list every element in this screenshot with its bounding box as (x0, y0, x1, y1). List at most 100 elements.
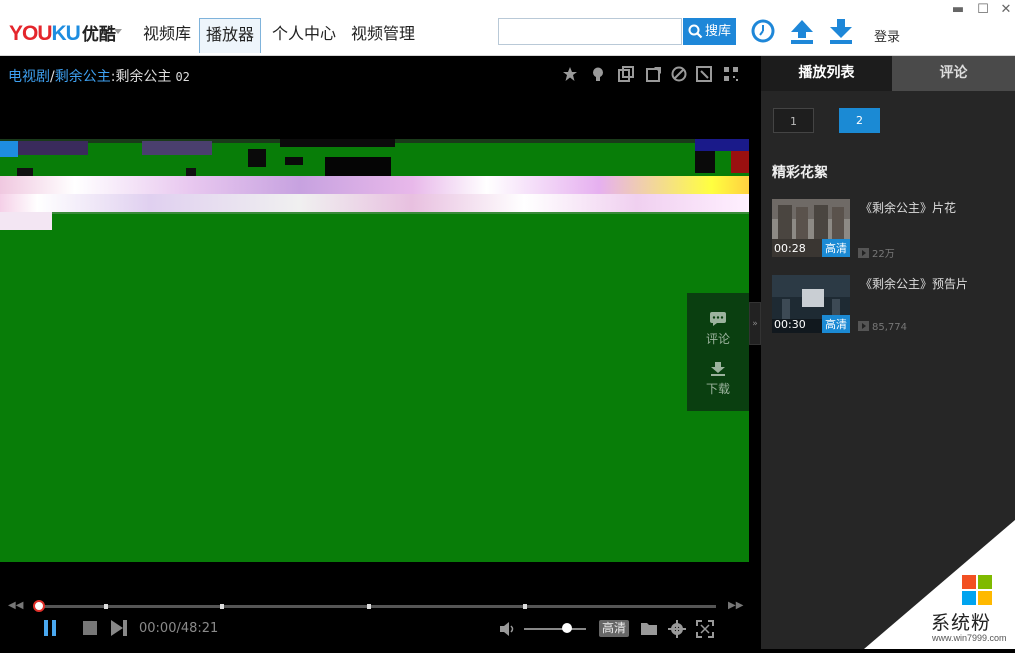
chapter-mark (367, 604, 371, 609)
watermark-brand: 系统粉 (931, 612, 992, 634)
breadcrumb-episode: 02 (175, 70, 190, 84)
volume-handle[interactable] (562, 623, 573, 633)
glitch-block (695, 139, 749, 151)
globe-icon[interactable] (671, 66, 687, 82)
episode-button-selected[interactable]: 2 (839, 108, 880, 133)
video-side-panel: 评论 下载 (687, 293, 749, 411)
glitch-block (285, 157, 303, 165)
glitch-block (731, 151, 749, 173)
logo-you: YOU (9, 22, 53, 45)
glitch-block (18, 141, 88, 155)
watermark-url: www.win7999.com (932, 633, 1007, 643)
history-clock-icon[interactable] (750, 18, 776, 44)
search-input[interactable] (498, 18, 682, 45)
download-icon[interactable] (828, 18, 854, 45)
fast-forward-icon[interactable]: ▶▶ (728, 600, 743, 611)
youku-logo[interactable]: YOUKU 优酷 (9, 20, 116, 46)
breadcrumb-title: 剩余公主 (115, 69, 172, 85)
folder-icon[interactable] (640, 621, 658, 636)
clip-view-count: 85,774 (872, 322, 907, 333)
glitch-strip (52, 212, 749, 214)
login-link[interactable]: 登录 (874, 26, 900, 45)
clip-views: 22万 (858, 245, 895, 260)
clip-duration: 00:30 (774, 318, 806, 331)
windows-logo-icon (962, 575, 992, 605)
stop-button[interactable] (82, 620, 98, 636)
glitch-block (695, 151, 715, 173)
volume-icon[interactable] (499, 621, 517, 637)
search-button-label: 搜库 (705, 24, 732, 39)
volume-track[interactable] (524, 628, 586, 630)
chapter-mark (523, 604, 527, 609)
search-button[interactable]: 搜库 (683, 18, 736, 45)
video-frame (0, 139, 749, 562)
download-icon (711, 362, 725, 376)
tab-playlist[interactable]: 播放列表 (761, 56, 892, 91)
clip-duration: 00:28 (774, 242, 806, 255)
glitch-block (0, 212, 52, 230)
clip-quality-badge: 高清 (822, 315, 850, 333)
watermark: 系统粉 www.win7999.com (864, 520, 1015, 649)
fullscreen-icon[interactable] (696, 620, 714, 638)
tab-video-library[interactable]: 视频库 (143, 18, 191, 50)
quality-button[interactable]: 高清 (599, 620, 630, 637)
glitch-strip (0, 194, 749, 212)
chapter-mark (220, 604, 224, 609)
breadcrumb-show-link[interactable]: 剩余公主 (55, 69, 111, 85)
comment-icon (710, 312, 726, 326)
rewind-icon[interactable]: ◀◀ (8, 600, 23, 611)
search-icon (688, 24, 703, 39)
clip-thumbnail: 00:30 高清 (772, 275, 850, 333)
seek-handle[interactable] (33, 600, 45, 612)
close-button[interactable]: ✕ (998, 2, 1014, 17)
maximize-button[interactable]: ☐ (975, 2, 991, 17)
side-download-button[interactable]: 下载 (687, 361, 749, 397)
tab-player[interactable]: 播放器 (199, 18, 262, 53)
copy-icon[interactable] (618, 66, 634, 82)
clip-item[interactable]: 00:30 高清 《剩余公主》预告片 85,774 (772, 275, 1012, 337)
tab-comments[interactable]: 评论 (892, 56, 1015, 91)
clip-quality-badge: 高清 (822, 239, 850, 257)
glitch-strip (0, 176, 749, 194)
section-title: 精彩花絮 (772, 165, 828, 181)
clip-thumbnail: 00:28 高清 (772, 199, 850, 257)
logo-dropdown-icon[interactable] (114, 29, 122, 34)
breadcrumb-category-link[interactable]: 电视剧 (8, 69, 50, 85)
glitch-block (280, 139, 395, 147)
glitch-block (0, 141, 18, 157)
seek-track[interactable] (40, 605, 716, 608)
chapter-mark (104, 604, 108, 609)
settings-gear-icon[interactable] (668, 620, 686, 638)
play-count-icon (858, 321, 869, 331)
time-display: 00:00/48:21 (139, 621, 219, 636)
pin-icon[interactable] (562, 66, 578, 82)
episode-button[interactable]: 1 (773, 108, 814, 133)
glitch-block (142, 141, 212, 155)
tab-video-management[interactable]: 视频管理 (351, 18, 415, 50)
logo-cn: 优酷 (81, 25, 116, 44)
side-comment-button[interactable]: 评论 (687, 311, 749, 347)
breadcrumb: 电视剧/剩余公主:剩余公主 02 (8, 66, 190, 86)
qr-code-icon[interactable] (723, 66, 739, 82)
sidebar-collapse-button[interactable]: » (749, 302, 761, 345)
tab-personal-center[interactable]: 个人中心 (272, 18, 336, 50)
lightbulb-icon[interactable] (590, 66, 606, 82)
next-button[interactable] (110, 619, 128, 637)
upload-icon[interactable] (789, 18, 815, 45)
minimize-button[interactable]: ▬ (950, 2, 966, 17)
clip-title[interactable]: 《剩余公主》预告片 (860, 275, 968, 292)
video-player[interactable]: 电视剧/剩余公主:剩余公主 02 评论 下载 ◀◀ ▶▶ 00:00/48:21… (0, 56, 749, 649)
clip-title[interactable]: 《剩余公主》片花 (860, 199, 956, 216)
logo-ku: KU (51, 22, 81, 45)
side-comment-label: 评论 (705, 332, 730, 346)
mini-mode-icon[interactable] (696, 66, 712, 82)
share-icon[interactable] (646, 66, 662, 82)
glitch-block (248, 149, 266, 167)
seek-bar[interactable]: ◀◀ ▶▶ (0, 597, 749, 615)
side-download-label: 下载 (705, 382, 730, 396)
clip-views: 85,774 (858, 321, 907, 333)
pause-button[interactable] (42, 619, 58, 637)
clip-view-count: 22万 (872, 249, 895, 260)
play-count-icon (858, 248, 869, 258)
clip-item[interactable]: 00:28 高清 《剩余公主》片花 22万 (772, 199, 1012, 261)
